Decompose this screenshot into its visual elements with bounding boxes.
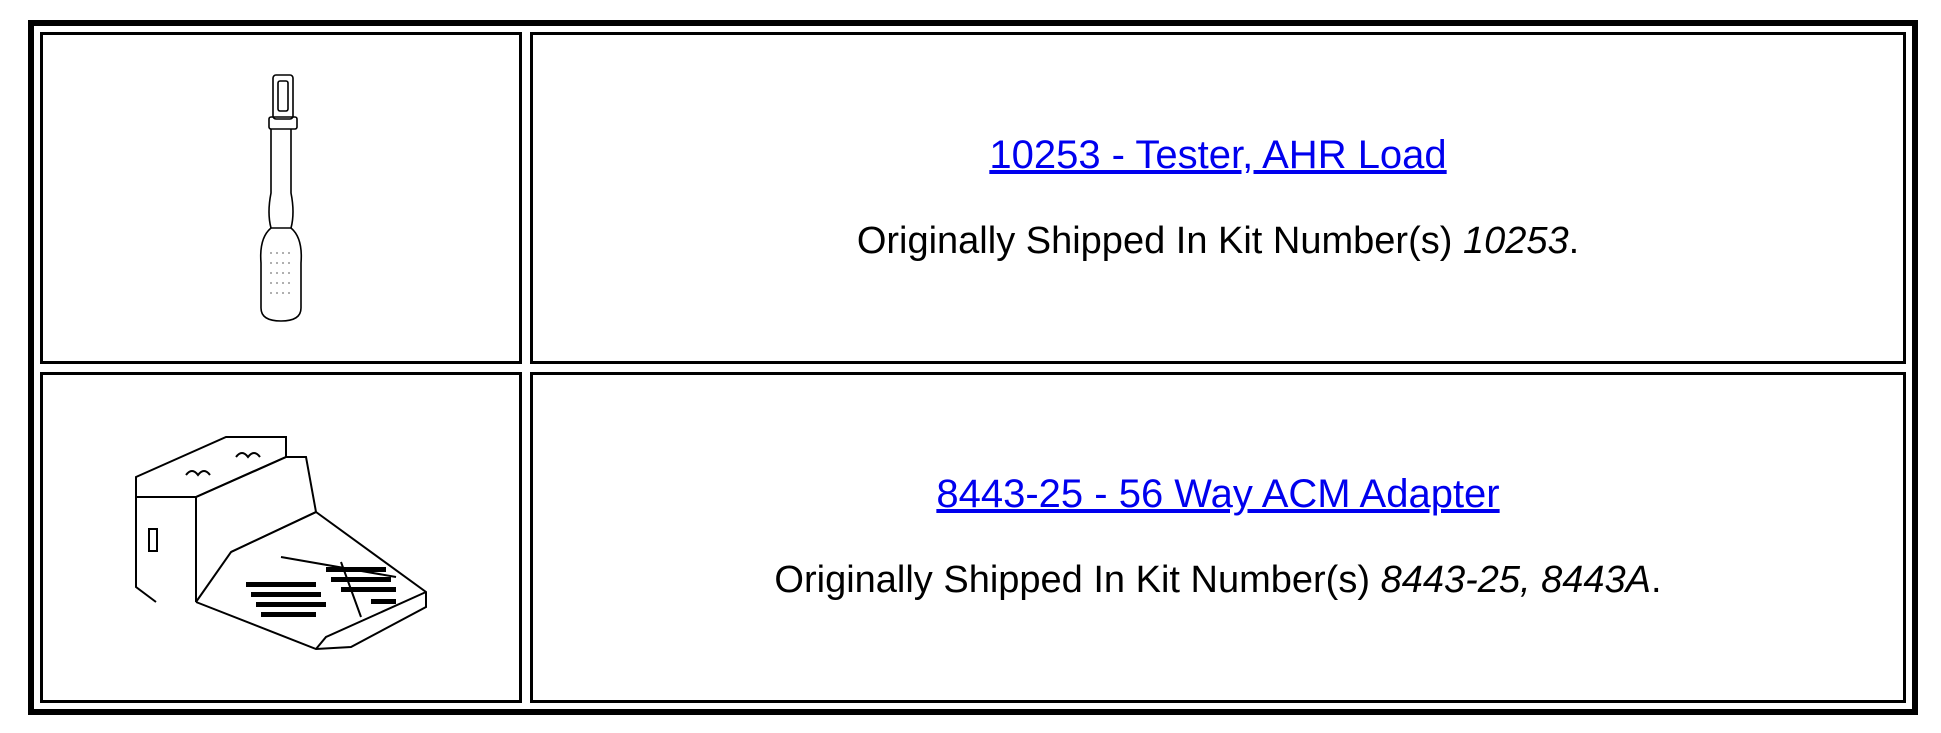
kit-suffix: . — [1651, 559, 1662, 602]
tool-info-cell: 10253 - Tester, AHR Load Originally Ship… — [530, 32, 1906, 364]
tool-image-cell — [40, 32, 522, 364]
acm-adapter-drawing — [135, 436, 427, 651]
kit-prefix: Originally Shipped In Kit Number(s) — [774, 559, 1381, 602]
tool-link-8443-25[interactable]: 8443-25 - 56 Way ACM Adapter — [936, 472, 1499, 517]
kit-number-line: Originally Shipped In Kit Number(s) 8443… — [774, 559, 1661, 602]
kit-numbers: 10253 — [1462, 219, 1569, 262]
kit-numbers: 8443-25, 8443A — [1380, 559, 1652, 602]
tool-image-cell — [40, 371, 522, 703]
kit-prefix: Originally Shipped In Kit Number(s) — [856, 219, 1463, 262]
kit-suffix: . — [1568, 219, 1580, 262]
tool-table: 10253 - Tester, AHR Load Originally Ship… — [28, 20, 1918, 715]
tool-info-cell: 8443-25 - 56 Way ACM Adapter Originally … — [530, 371, 1906, 703]
kit-number-line: Originally Shipped In Kit Number(s) 1025… — [857, 220, 1579, 263]
screwdriver-tester-drawing — [259, 73, 303, 322]
tool-link-10253[interactable]: 10253 - Tester, AHR Load — [989, 133, 1446, 178]
